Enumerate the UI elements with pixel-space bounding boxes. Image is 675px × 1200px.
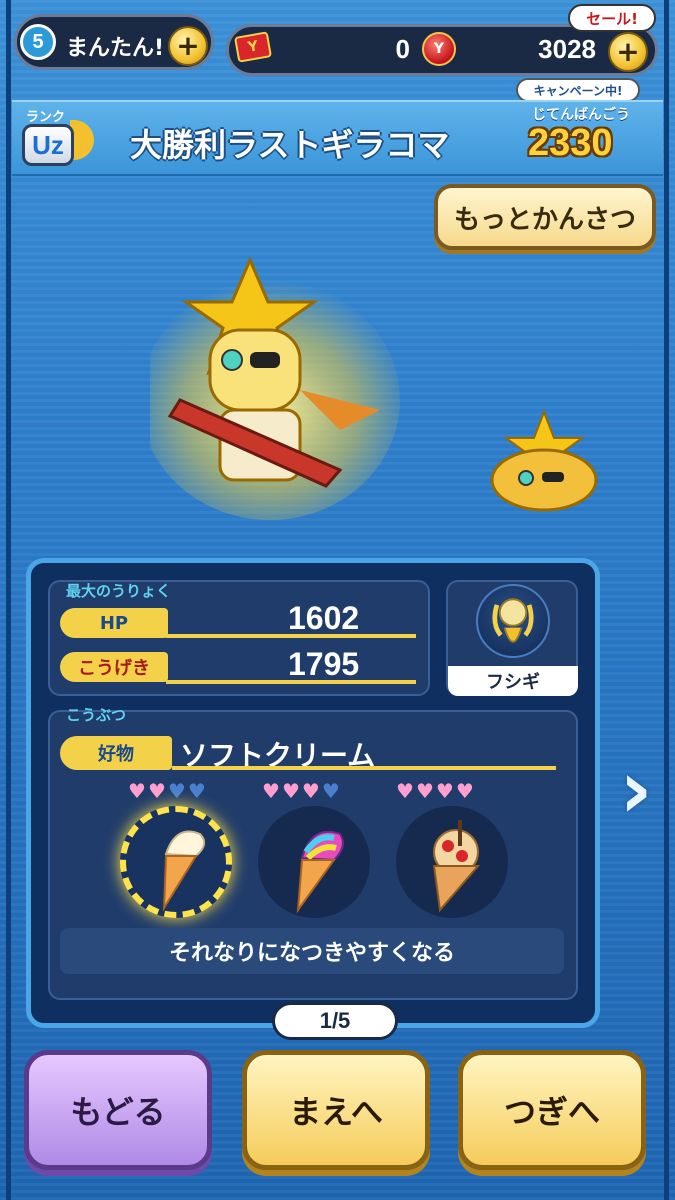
dex-number: 2330 — [528, 122, 613, 164]
rank-label: ランク — [26, 110, 66, 125]
ticket-count: 0 — [395, 34, 410, 64]
orb-count: 3028 — [538, 34, 596, 64]
sale-badge[interactable]: セール! — [568, 4, 656, 32]
heart-icon: ♥ — [415, 779, 434, 803]
food-2-hearts: ♥ ♥ ♥ ♥ — [262, 780, 340, 802]
character-illustration — [150, 256, 400, 520]
campaign-badge: キャンペーン中! — [516, 78, 640, 102]
heart-icon: ♥ — [281, 779, 300, 803]
food-3-hearts: ♥ ♥ ♥ ♥ — [396, 780, 474, 802]
heart-icon: ♥ — [435, 779, 454, 803]
heart-icon: ♥ — [147, 779, 166, 803]
add-stamina-button[interactable]: + — [168, 26, 208, 66]
heart-icon: ♥ — [455, 779, 474, 803]
fushigi-tribe-icon — [476, 584, 550, 658]
attack-value: 1795 — [288, 646, 360, 682]
heart-icon: ♥ — [301, 779, 320, 803]
favorite-food-underline — [172, 766, 556, 770]
back-button[interactable]: もどる — [24, 1050, 212, 1170]
page-indicator: 1/5 — [272, 1002, 398, 1040]
character-mini-icon — [490, 409, 598, 512]
heart-icon: ♥ — [128, 779, 146, 803]
heart-icon: ♥ — [187, 779, 206, 803]
buy-orbs-button[interactable]: + — [608, 32, 648, 72]
food-slot-3[interactable] — [396, 806, 508, 918]
food-slot-1[interactable] — [120, 806, 232, 918]
rank-value: Uz — [22, 124, 74, 166]
difficulty-level: 5 — [20, 24, 56, 60]
food-slot-2[interactable] — [258, 806, 370, 918]
food-heading: こうぶつ — [66, 706, 127, 724]
food-effect-text: それなりになつきやすくなる — [60, 928, 564, 974]
stats-heading: 最大のうりょく — [66, 582, 172, 600]
heart-icon: ♥ — [321, 779, 340, 803]
orb-icon: Y — [422, 32, 456, 66]
hp-label: HP — [60, 608, 168, 638]
hp-value: 1602 — [288, 600, 360, 636]
soft-serve-icon — [162, 830, 206, 912]
next-page-arrow-icon[interactable]: › — [614, 740, 658, 840]
difficulty-label: まんたん! — [66, 36, 165, 61]
heart-icon: ♥ — [396, 779, 414, 803]
crepe-parfait-icon — [432, 820, 481, 913]
heart-icon: ♥ — [167, 779, 186, 803]
next-button[interactable]: つぎへ — [458, 1050, 646, 1170]
observe-more-button[interactable]: もっとかんさつ — [434, 184, 656, 250]
previous-button[interactable]: まえへ — [242, 1050, 430, 1170]
attack-label: こうげき — [60, 652, 168, 682]
page-title: 大勝利ラストギラコマ — [130, 126, 450, 164]
food-1-hearts: ♥ ♥ ♥ ♥ — [128, 780, 206, 802]
rank-badge: ランク Uz — [20, 106, 96, 168]
favorite-food-label: 好物 — [60, 736, 172, 770]
tribe-label: フシギ — [448, 666, 578, 696]
heart-icon: ♥ — [262, 779, 280, 803]
rainbow-soft-serve-icon — [296, 830, 344, 914]
dex-label: じてんばんごう — [532, 107, 630, 123]
